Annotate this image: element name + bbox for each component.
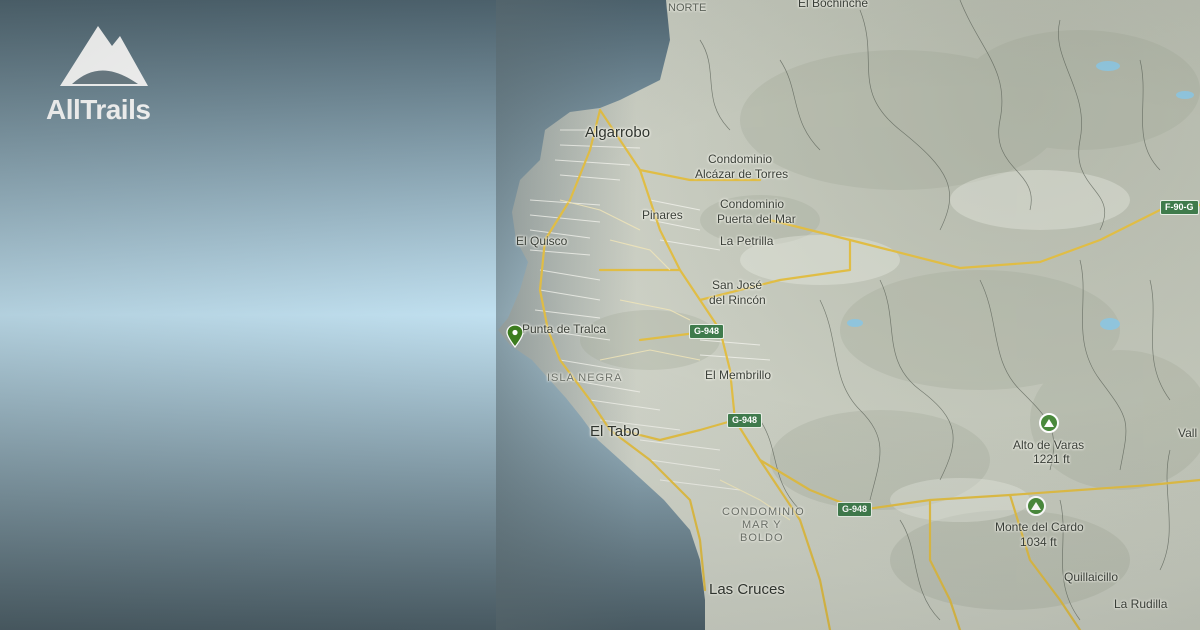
place-punta-de-tralca: Punta de Tralca xyxy=(522,322,607,336)
place-quillaicillo: Quillaicillo xyxy=(1064,570,1119,584)
place-el-tabo: El Tabo xyxy=(590,423,640,440)
mountain-icon xyxy=(1044,419,1054,427)
place-el-quisco: El Quisco xyxy=(516,234,568,248)
place-condominio-mar-3: BOLDO xyxy=(740,532,784,544)
peak-elevation: 1221 ft xyxy=(1033,452,1070,466)
place-pinares: Pinares xyxy=(642,208,683,222)
place-norte: NORTE xyxy=(668,2,707,14)
place-algarrobo: Algarrobo xyxy=(585,124,651,141)
route-shield: G-948 xyxy=(837,502,873,517)
place-san-jose-1: San José xyxy=(712,278,763,292)
trail-marker[interactable] xyxy=(506,324,524,349)
place-el-membrillo: El Membrillo xyxy=(705,368,772,382)
place-condominio-alcazar-2: Alcázar de Torres xyxy=(695,167,789,181)
alltrails-logo[interactable]: AllTrails xyxy=(44,22,174,132)
route-shield: F-90-G xyxy=(1160,200,1199,215)
place-vall: Vall xyxy=(1178,426,1198,440)
place-las-cruces: Las Cruces xyxy=(709,581,785,598)
route-shield: G-948 xyxy=(727,413,763,428)
peak-icon[interactable] xyxy=(1026,496,1046,516)
place-el-bochinche: El Bochinche xyxy=(798,0,869,10)
peak-name: Alto de Varas xyxy=(1013,438,1085,452)
place-isla-negra: ISLA NEGRA xyxy=(547,372,623,384)
trail-pin-icon xyxy=(506,324,524,349)
brand-name: AllTrails xyxy=(46,94,151,125)
peak-icon[interactable] xyxy=(1039,413,1059,433)
place-condominio-mar-2: MAR Y xyxy=(742,519,782,531)
place-la-rudilla: La Rudilla xyxy=(1114,597,1168,611)
peak-name: Monte del Cardo xyxy=(995,520,1084,534)
place-condominio-alcazar-1: Condominio xyxy=(708,152,773,166)
place-condominio-puerta-1: Condominio xyxy=(720,197,785,211)
place-san-jose-2: del Rincón xyxy=(709,293,766,307)
place-condominio-puerta-2: Puerta del Mar xyxy=(717,212,796,226)
place-la-petrilla: La Petrilla xyxy=(720,234,774,248)
peak-elevation: 1034 ft xyxy=(1020,535,1057,549)
mountain-icon xyxy=(1031,502,1041,510)
map-canvas[interactable]: AllTrails NORTE El Bochinche Algarrobo C… xyxy=(0,0,1200,630)
route-shield: G-948 xyxy=(689,324,725,339)
mountain-logo-icon xyxy=(60,26,148,86)
place-condominio-mar-1: CONDOMINIO xyxy=(722,506,805,518)
